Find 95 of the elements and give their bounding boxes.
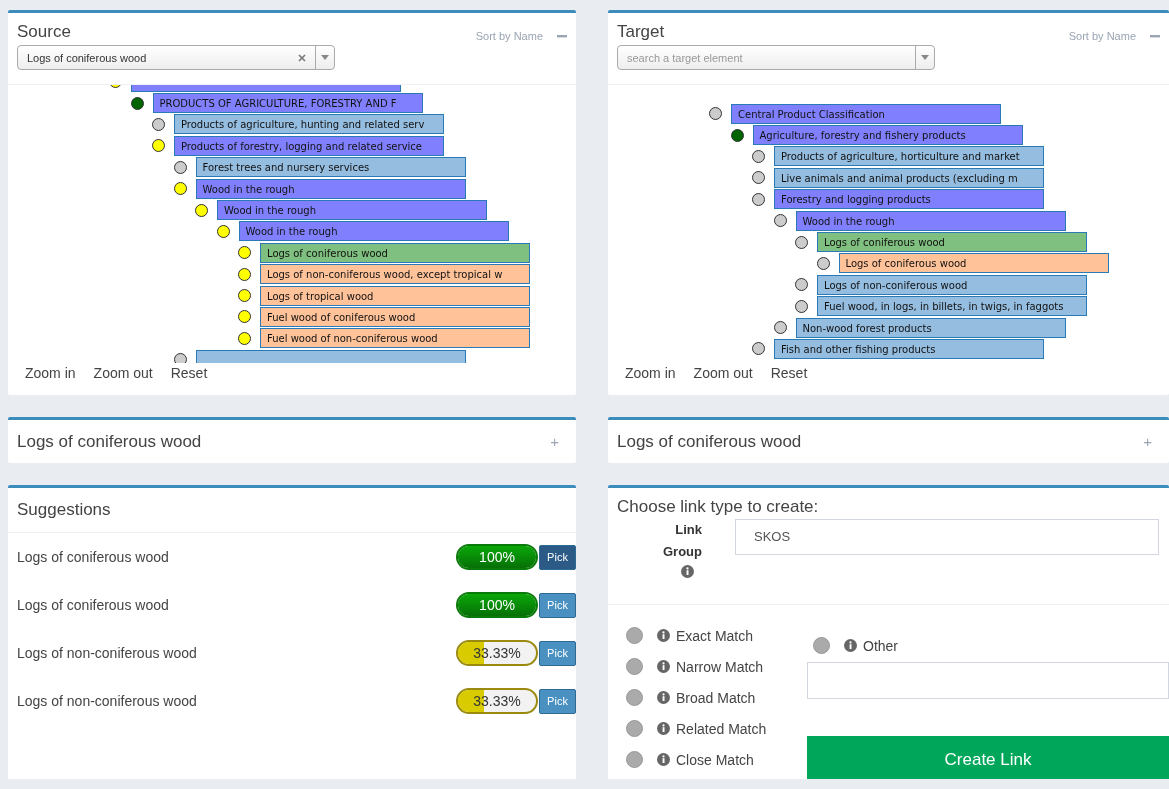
- pick-button[interactable]: Pick: [539, 544, 576, 570]
- tree-node[interactable]: Products of agriculture, horticulture and market: [774, 146, 1044, 167]
- tree-node[interactable]: Wood in the rough: [795, 210, 1066, 231]
- tree-node[interactable]: Forestry and logging products: [774, 189, 1044, 210]
- info-icon[interactable]: [657, 629, 670, 642]
- node-dot[interactable]: [730, 128, 744, 142]
- node-dot[interactable]: [130, 96, 144, 110]
- caret-icon[interactable]: [921, 55, 929, 60]
- tree-node[interactable]: Non-wood forest products: [795, 317, 1066, 338]
- suggestion-label: Logs of coniferous wood: [17, 549, 170, 565]
- node-dot[interactable]: [795, 235, 808, 249]
- radio-button[interactable]: [626, 751, 643, 768]
- tree-node[interactable]: PRODUCTS OF AGRICULTURE, FORESTRY AND F: [152, 93, 423, 114]
- selected-node-title: Logs of coniferous wood: [17, 431, 202, 452]
- suggestion-label: Logs of non-coniferous wood: [17, 645, 198, 661]
- radio-button[interactable]: [626, 627, 643, 644]
- panel-title: Choose link type to create:: [617, 497, 820, 517]
- tree-node[interactable]: Logs of coniferous wood: [260, 242, 530, 263]
- tree-node[interactable]: Logs of tropical wood: [260, 285, 530, 306]
- node-dot[interactable]: [173, 353, 187, 363]
- radio-button[interactable]: [626, 720, 643, 737]
- zoom-link[interactable]: Zoom in: [25, 365, 76, 381]
- field-label: Link Group: [662, 521, 702, 561]
- radio-label: Related Match: [676, 720, 767, 737]
- node-dot[interactable]: [773, 214, 787, 228]
- radio-label: Close Match: [676, 751, 754, 768]
- node-dot[interactable]: [195, 203, 208, 217]
- info-icon[interactable]: [657, 722, 670, 735]
- node-dot[interactable]: [238, 331, 251, 345]
- tree-node[interactable]: Fuel wood of coniferous wood: [260, 307, 530, 327]
- panel-title: Suggestions: [17, 500, 111, 520]
- radio-button[interactable]: [626, 658, 643, 675]
- node-dot[interactable]: [173, 160, 187, 174]
- info-icon[interactable]: [681, 565, 694, 578]
- node-dot[interactable]: [216, 224, 230, 238]
- radio-button[interactable]: [626, 689, 643, 706]
- panel-title: Target: [617, 22, 666, 42]
- tree-node[interactable]: Live animals and animal products (excluding m: [774, 167, 1044, 188]
- tree-node[interactable]: Products of agriculture, hunting and related serv: [174, 114, 444, 135]
- node-dot[interactable]: [795, 299, 808, 313]
- node-dot[interactable]: [752, 192, 765, 206]
- radio-button[interactable]: [813, 637, 830, 654]
- node-dot[interactable]: [752, 149, 765, 163]
- search-select[interactable]: Logs of coniferous wood: [17, 45, 335, 70]
- tree-node[interactable]: Fuel wood of non-coniferous wood: [260, 328, 530, 349]
- radio-label: Exact Match: [676, 627, 754, 644]
- radio-label: Other: [863, 637, 898, 654]
- node-dot[interactable]: [752, 342, 765, 356]
- info-icon[interactable]: [657, 753, 670, 766]
- node-dot[interactable]: [173, 182, 187, 196]
- zoom-link[interactable]: Reset: [770, 365, 808, 381]
- info-icon[interactable]: [657, 660, 670, 673]
- tree-node[interactable]: Logs of non-coniferous wood, except tropical w: [260, 264, 530, 285]
- selected-node-title: Logs of coniferous wood: [617, 431, 802, 452]
- node-dot[interactable]: [709, 107, 722, 121]
- zoom-link[interactable]: Reset: [170, 365, 208, 381]
- node-dot[interactable]: [238, 310, 251, 324]
- tree-node[interactable]: Wood in the rough: [238, 221, 509, 242]
- node-dot[interactable]: [795, 278, 808, 292]
- tree-node[interactable]: [195, 349, 466, 363]
- node-dot[interactable]: [773, 321, 787, 335]
- zoom-link[interactable]: Zoom out: [693, 365, 753, 381]
- suggestion-label: Logs of non-coniferous wood: [17, 693, 198, 709]
- radio-label: Narrow Match: [676, 658, 764, 675]
- info-icon[interactable]: [657, 691, 670, 704]
- node-dot[interactable]: [152, 139, 165, 153]
- node-dot[interactable]: [238, 267, 251, 281]
- score-text: 100%: [478, 548, 516, 567]
- node-dot[interactable]: [752, 171, 765, 185]
- tree-node[interactable]: Forest trees and nursery services: [195, 157, 466, 178]
- tree-node[interactable]: Products of forestry, logging and related service: [174, 135, 444, 156]
- link-group-field[interactable]: SKOS: [735, 519, 1159, 555]
- caret-icon[interactable]: [321, 55, 329, 60]
- tree-node[interactable]: Wood in the rough: [217, 200, 487, 221]
- score-text: 100%: [478, 596, 516, 615]
- node-dot[interactable]: [816, 256, 830, 270]
- tree-node[interactable]: Fish and other fishing products: [774, 339, 1044, 359]
- node-dot[interactable]: [152, 117, 165, 131]
- panel-title: Source: [17, 22, 72, 42]
- tree-node[interactable]: Fuel wood, in logs, in billets, in twigs, in faggots: [817, 296, 1087, 317]
- tree-node[interactable]: Central Product Classification: [731, 103, 1001, 124]
- clear-icon[interactable]: [298, 53, 306, 62]
- suggestion-label: Logs of coniferous wood: [17, 597, 170, 613]
- zoom-link[interactable]: Zoom out: [93, 365, 153, 381]
- tree-node[interactable]: Wood in the rough: [195, 178, 466, 199]
- tree-node[interactable]: Logs of coniferous wood: [817, 232, 1087, 253]
- zoom-link[interactable]: Zoom in: [625, 365, 676, 381]
- tree-node[interactable]: Agriculture, forestry and fishery products: [752, 125, 1023, 146]
- tree-node[interactable]: Logs of coniferous wood: [838, 253, 1109, 274]
- tree-node[interactable]: Logs of non-coniferous wood: [817, 274, 1087, 295]
- node-dot[interactable]: [238, 289, 251, 303]
- other-link-field[interactable]: [807, 662, 1169, 699]
- radio-label: Broad Match: [676, 689, 756, 706]
- node-dot[interactable]: [238, 246, 251, 260]
- info-icon[interactable]: [844, 639, 857, 652]
